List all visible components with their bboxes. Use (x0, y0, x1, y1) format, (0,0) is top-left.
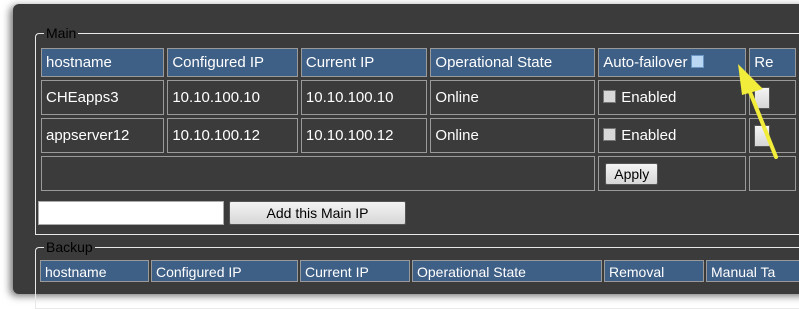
cell-auto-failover: Enabled (598, 80, 747, 115)
main-legend: Main (44, 25, 79, 41)
col-re: Re (749, 48, 796, 77)
cell-re (749, 80, 796, 115)
row-action-button[interactable] (754, 86, 771, 109)
select-all-checkbox-icon[interactable] (691, 55, 705, 68)
main-header-row: hostname Configured IP Current IP Operat… (41, 48, 796, 77)
add-main-ip-button[interactable]: Add this Main IP (229, 201, 406, 225)
table-row: CHEapps3 10.10.100.10 10.10.100.10 Onlin… (41, 80, 796, 115)
row-action-button[interactable] (754, 124, 771, 147)
cell-current-ip: 10.10.100.12 (300, 118, 428, 153)
col-current-ip: Current IP (300, 48, 428, 77)
col-auto-failover: Auto-failover (598, 48, 747, 77)
cell-configured-ip: 10.10.100.12 (167, 118, 298, 153)
apply-row-end (749, 156, 796, 191)
apply-row: Apply (41, 156, 796, 191)
cell-configured-ip: 10.10.100.10 (167, 80, 298, 115)
col-operational-state: Operational State (430, 48, 596, 77)
failover-checkbox-icon[interactable] (603, 90, 617, 103)
backup-legend: Backup (44, 239, 95, 255)
backup-col-hostname: hostname (40, 260, 149, 282)
apply-row-spacer (41, 156, 596, 191)
cell-state: Online (430, 118, 596, 153)
cell-current-ip: 10.10.100.10 (300, 80, 428, 115)
cell-auto-failover: Enabled (598, 118, 747, 153)
failover-checkbox-icon[interactable] (603, 128, 617, 141)
main-table: hostname Configured IP Current IP Operat… (38, 45, 799, 194)
apply-cell: Apply (598, 156, 747, 191)
col-configured-ip: Configured IP (167, 48, 298, 77)
backup-col-removal: Removal (604, 260, 704, 282)
cell-hostname: CHEapps3 (41, 80, 165, 115)
backup-col-configured-ip: Configured IP (151, 260, 298, 282)
backup-col-manual: Manual Ta (706, 260, 799, 282)
backup-col-current-ip: Current IP (300, 260, 410, 282)
cell-re (749, 118, 796, 153)
col-hostname: hostname (41, 48, 165, 77)
table-row: appserver12 10.10.100.12 10.10.100.12 On… (41, 118, 796, 153)
apply-button[interactable]: Apply (605, 162, 659, 185)
cell-hostname: appserver12 (41, 118, 165, 153)
main-ip-input[interactable] (38, 201, 224, 225)
cell-state: Online (430, 80, 596, 115)
backup-col-operational-state: Operational State (412, 260, 602, 282)
failover-label: Enabled (621, 127, 677, 144)
col-auto-failover-label: Auto-failover (603, 54, 688, 71)
failover-label: Enabled (621, 89, 677, 106)
